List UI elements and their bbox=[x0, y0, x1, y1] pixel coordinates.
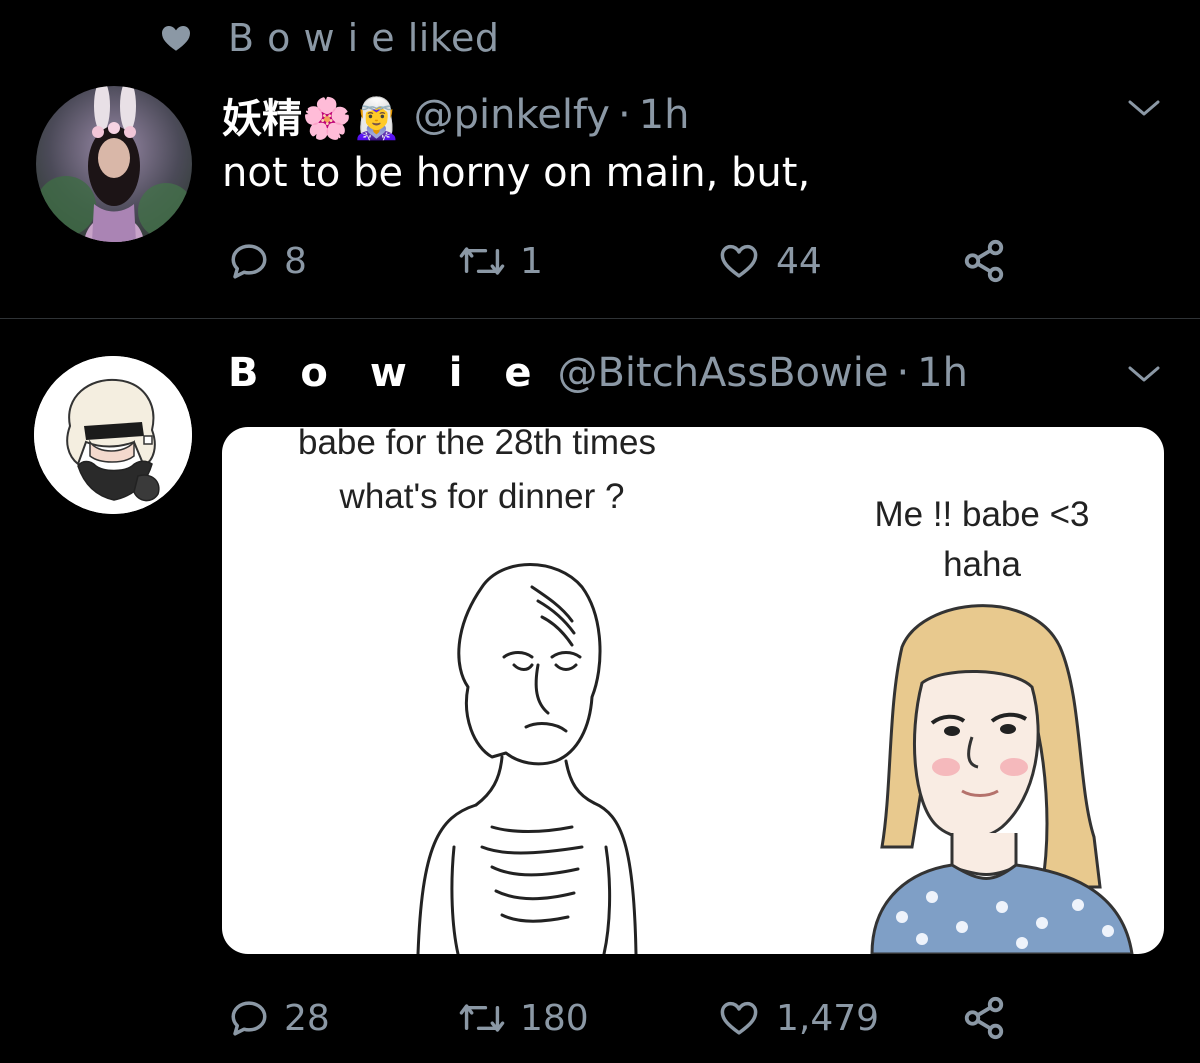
smiling-woman-drawing bbox=[870, 604, 1134, 954]
reply-icon bbox=[231, 244, 267, 279]
retweet-button[interactable]: 180 bbox=[458, 997, 716, 1039]
user-handle[interactable]: @pinkelfy bbox=[414, 92, 610, 138]
retweet-count: 1 bbox=[520, 240, 543, 282]
tweet-actions: 28 180 1,479 bbox=[228, 995, 1021, 1041]
meme-caption-right-line2: haha bbox=[943, 545, 1021, 584]
retweet-button[interactable]: 1 bbox=[458, 240, 716, 282]
reply-count: 8 bbox=[284, 240, 307, 282]
meme-caption-left-line2: what's for dinner ? bbox=[339, 477, 625, 516]
retweet-count: 180 bbox=[520, 997, 589, 1039]
share-icon bbox=[964, 996, 1004, 1040]
avatar-image bbox=[34, 356, 192, 514]
tweet-header: 妖精🌸🧝‍♀️ @pinkelfy · 1h bbox=[222, 86, 690, 144]
separator: · bbox=[896, 350, 910, 396]
media-image[interactable]: babe for the 28th times what's for dinne… bbox=[222, 427, 1164, 954]
avatar[interactable] bbox=[36, 86, 192, 242]
meme-caption-right-line1: Me !! babe <3 bbox=[874, 495, 1090, 534]
reply-button[interactable]: 28 bbox=[228, 997, 458, 1039]
timestamp[interactable]: 1h bbox=[639, 92, 690, 138]
reply-button[interactable]: 8 bbox=[228, 240, 458, 282]
retweet-icon bbox=[459, 247, 505, 275]
avatar-image bbox=[36, 86, 192, 242]
retweet-icon bbox=[459, 1004, 505, 1032]
separator: · bbox=[617, 92, 631, 138]
social-context-text: B o w i e liked bbox=[228, 16, 500, 60]
heart-outline-icon bbox=[720, 244, 758, 278]
heart-outline-icon bbox=[720, 1001, 758, 1035]
heart-icon bbox=[162, 26, 190, 51]
tired-man-drawing bbox=[416, 563, 638, 954]
like-button[interactable]: 1,479 bbox=[716, 997, 961, 1039]
tweet-text: not to be horny on main, but, bbox=[222, 150, 811, 196]
user-handle[interactable]: @BitchAssBowie bbox=[557, 350, 888, 396]
tweet-actions: 8 1 44 bbox=[228, 238, 1021, 284]
like-count: 44 bbox=[776, 240, 822, 282]
meme-caption-left-line1: babe for the 28th times bbox=[298, 427, 656, 462]
avatar[interactable] bbox=[34, 356, 192, 514]
display-name[interactable]: 妖精🌸🧝‍♀️ bbox=[222, 86, 402, 144]
chevron-down-icon[interactable] bbox=[1124, 96, 1164, 120]
reply-count: 28 bbox=[284, 997, 330, 1039]
share-icon bbox=[964, 239, 1004, 283]
tweet-divider bbox=[0, 318, 1200, 319]
display-name[interactable]: B o w i e bbox=[228, 350, 545, 396]
share-button[interactable] bbox=[961, 238, 1021, 284]
share-button[interactable] bbox=[961, 995, 1021, 1041]
like-count: 1,479 bbox=[776, 997, 880, 1039]
timestamp[interactable]: 1h bbox=[917, 350, 968, 396]
tweet-header: B o w i e @BitchAssBowie · 1h bbox=[228, 350, 968, 396]
reply-icon bbox=[231, 1001, 267, 1036]
chevron-down-icon[interactable] bbox=[1124, 362, 1164, 386]
like-button[interactable]: 44 bbox=[716, 240, 961, 282]
